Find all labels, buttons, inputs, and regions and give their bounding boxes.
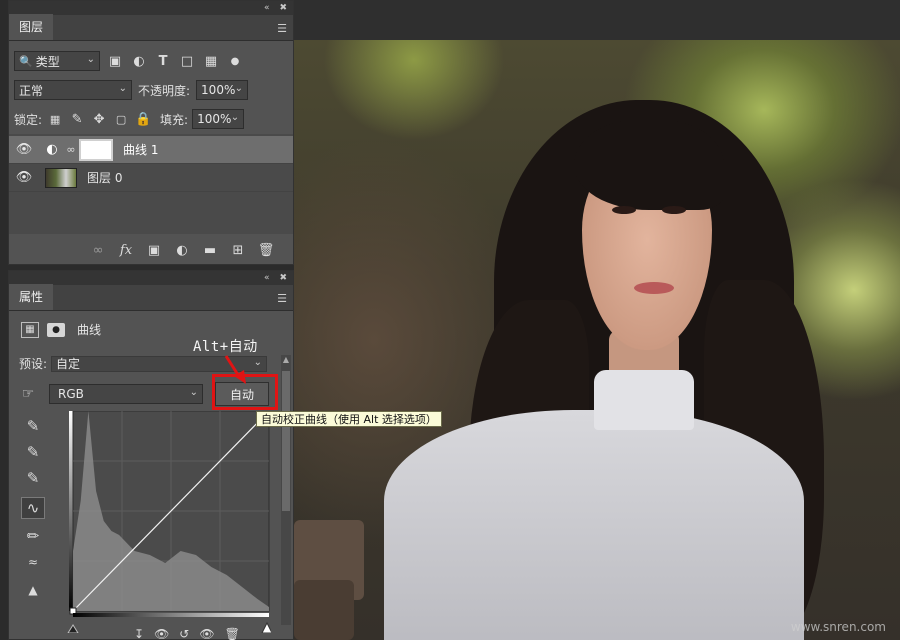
highlight-box xyxy=(212,374,278,410)
fill-label: 填充: xyxy=(160,112,189,127)
close-icon[interactable]: ✖ xyxy=(279,3,287,13)
layers-tabrow: 图层 ☰ xyxy=(9,14,293,41)
curves-graph[interactable] xyxy=(59,411,271,633)
layer-name[interactable]: 图层 0 xyxy=(87,169,122,186)
white-point-slider[interactable] xyxy=(261,621,271,633)
adjustment-icon[interactable]: ◐ xyxy=(173,241,191,259)
channel-value: RGB xyxy=(58,387,84,401)
lock-brush-icon[interactable]: ✎ xyxy=(68,110,86,128)
channel-select[interactable]: RGB ⌄ xyxy=(49,384,203,404)
blend-row: 正常 ⌄ 不透明度: 100% ⌄ xyxy=(9,80,293,100)
preset-value: 自定 xyxy=(56,357,81,371)
layer-mask-thumb[interactable] xyxy=(79,138,113,161)
eye-icon[interactable]: 👁 xyxy=(9,142,39,157)
document-canvas[interactable] xyxy=(294,0,900,640)
fx-icon[interactable]: fx xyxy=(117,241,135,259)
link-icon[interactable]: ∞ xyxy=(89,241,107,259)
sample-white-icon[interactable]: ✎ xyxy=(21,467,45,489)
properties-scrollbar[interactable]: ▲ xyxy=(281,355,291,625)
close-icon[interactable]: ✖ xyxy=(279,273,287,283)
view-previous-icon[interactable]: 👁 xyxy=(154,627,169,640)
chain-link-icon[interactable]: ∞ xyxy=(65,143,77,156)
lock-artboard-icon[interactable]: ▢ xyxy=(112,110,130,128)
lock-row: 锁定: ▦ ✎ ✥ ▢ 🔒 填充: 100% ⌄ xyxy=(9,109,293,129)
photo xyxy=(294,40,900,640)
chevron-down-icon: ⌄ xyxy=(189,387,198,398)
chevron-down-icon: ⌄ xyxy=(230,112,240,123)
smooth-icon[interactable]: ≈ xyxy=(21,551,45,573)
chevron-down-icon: ⌄ xyxy=(234,83,244,94)
reset-icon[interactable]: ↺ xyxy=(179,627,189,640)
new-layer-icon[interactable]: ⊞ xyxy=(229,241,247,259)
tab-layers[interactable]: 图层 xyxy=(9,14,54,40)
layers-list: 👁 ◐ ∞ 曲线 1 👁 图层 0 xyxy=(9,134,293,234)
layer-name[interactable]: 曲线 1 xyxy=(123,141,158,158)
layers-footer: ∞ fx ▣ ◐ ▬ ⊞ 🗑 xyxy=(89,241,275,259)
trash-icon[interactable]: 🗑 xyxy=(257,241,275,259)
collapse-icon[interactable]: « xyxy=(264,3,270,13)
output-gradient-bar xyxy=(69,411,73,611)
scrollbar-up-icon[interactable]: ▲ xyxy=(281,355,291,365)
properties-panel: « ✖ 属性 ☰ ▦ ● 曲线 预设: 自定 ⌄ ☞ RGB ⌄ 自动 ✎ ✎ … xyxy=(8,270,294,640)
opacity-label: 不透明度: xyxy=(138,83,191,98)
fill-input[interactable]: 100% ⌄ xyxy=(192,109,245,129)
preset-label: 预设: xyxy=(19,357,48,371)
opacity-value: 100% xyxy=(201,83,236,97)
fill-value: 100% xyxy=(197,112,232,126)
panel-menu-icon[interactable]: ☰ xyxy=(277,22,287,35)
search-icon: 🔍 xyxy=(19,54,33,68)
curves-adjustment-icon: ▦ xyxy=(21,321,39,338)
curve-edit-icon[interactable]: ∿ xyxy=(21,497,45,519)
panel-topbar: « ✖ xyxy=(9,1,293,15)
panel-menu-icon[interactable]: ☰ xyxy=(277,292,287,305)
lock-transparent-icon[interactable]: ▦ xyxy=(46,110,64,128)
adjustment-thumb-icon: ◐ xyxy=(46,142,58,157)
filter-kind-value: 类型 xyxy=(35,54,60,69)
chevron-down-icon: ⌄ xyxy=(86,54,95,65)
input-gradient-bar xyxy=(73,613,269,617)
properties-footer: ↧ 👁 ↺ 👁 🗑 xyxy=(134,627,240,640)
curves-chart[interactable] xyxy=(59,411,271,633)
layer-row-curves[interactable]: 👁 ◐ ∞ 曲线 1 xyxy=(9,136,293,164)
clip-to-layer-icon[interactable]: ↧ xyxy=(134,627,144,640)
black-point-slider[interactable] xyxy=(67,624,79,633)
properties-tabrow: 属性 ☰ xyxy=(9,284,293,311)
eye-icon[interactable]: 👁 xyxy=(9,170,39,185)
scrollbar-thumb[interactable] xyxy=(282,371,290,511)
sample-black-icon[interactable]: ✎ xyxy=(21,415,45,437)
filter-toggle-icon[interactable]: ● xyxy=(226,52,244,70)
layer-thumb xyxy=(45,167,77,188)
opacity-input[interactable]: 100% ⌄ xyxy=(196,80,249,100)
pencil-icon[interactable]: ✏ xyxy=(21,525,45,547)
lock-move-icon[interactable]: ✥ xyxy=(90,110,108,128)
lock-label: 锁定: xyxy=(14,112,43,127)
blend-mode-select[interactable]: 正常 ⌄ xyxy=(14,80,132,100)
mask-icon[interactable]: ▣ xyxy=(145,241,163,259)
layer-filter-row: 🔍 类型 ⌄ ▣ ◐ T □ ▦ ● xyxy=(9,51,293,71)
clipping-warning-icon[interactable]: ▲ xyxy=(21,579,45,601)
filter-shape-icon[interactable]: □ xyxy=(178,52,196,70)
filter-kind-select[interactable]: 🔍 类型 ⌄ xyxy=(14,51,100,71)
layer-row-background[interactable]: 👁 图层 0 xyxy=(9,164,293,192)
filter-smart-object-icon[interactable]: ▦ xyxy=(202,52,220,70)
layers-panel: « ✖ 图层 ☰ 🔍 类型 ⌄ ▣ ◐ T □ ▦ ● 正常 ⌄ 不透明度: 1… xyxy=(8,0,294,265)
folder-icon[interactable]: ▬ xyxy=(201,241,219,259)
lock-all-icon[interactable]: 🔒 xyxy=(134,110,152,128)
mask-icon[interactable]: ● xyxy=(47,322,65,337)
adjustment-title: 曲线 xyxy=(77,323,102,337)
collapse-icon[interactable]: « xyxy=(264,273,270,283)
filter-pixel-icon[interactable]: ▣ xyxy=(106,52,124,70)
blend-mode-value: 正常 xyxy=(19,83,44,98)
sample-gray-icon[interactable]: ✎ xyxy=(21,441,45,463)
filter-adjustment-icon[interactable]: ◐ xyxy=(130,52,148,70)
trash-icon[interactable]: 🗑 xyxy=(225,627,240,640)
tab-properties[interactable]: 属性 xyxy=(9,284,54,310)
panel-topbar: « ✖ xyxy=(9,271,293,285)
targeted-adjustment-icon[interactable]: ☞ xyxy=(19,385,37,403)
toggle-visibility-icon[interactable]: 👁 xyxy=(199,627,214,640)
chevron-down-icon: ⌄ xyxy=(118,83,127,94)
auto-tooltip: 自动校正曲线（使用 Alt 选择选项） xyxy=(256,411,442,427)
filter-type-icon[interactable]: T xyxy=(154,52,172,70)
watermark: www.snren.com xyxy=(790,620,886,634)
